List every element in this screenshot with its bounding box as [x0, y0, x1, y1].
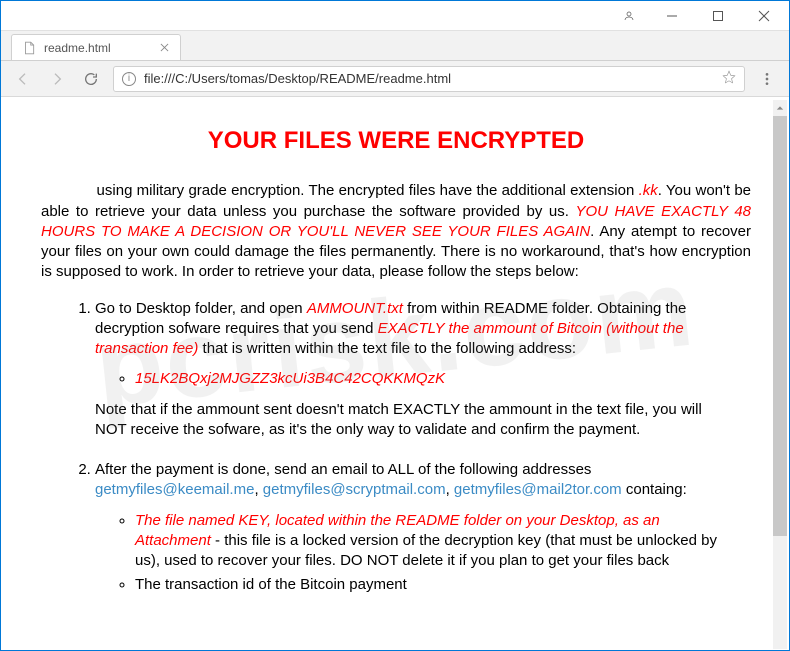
- address-bar[interactable]: i file:///C:/Users/tomas/Desktop/README/…: [113, 66, 745, 92]
- reload-button[interactable]: [79, 67, 103, 91]
- intro-prefix: using military grade encryption. The enc…: [97, 182, 639, 199]
- extension-kk: .kk: [639, 182, 658, 199]
- sub-item-txid: The transaction id of the Bitcoin paymen…: [135, 575, 725, 595]
- tab-readme[interactable]: readme.html: [11, 34, 181, 60]
- tab-title: readme.html: [44, 41, 152, 55]
- url-text: file:///C:/Users/tomas/Desktop/README/re…: [144, 71, 714, 86]
- step2-a: After the payment is done, send an email…: [95, 461, 591, 478]
- btc-list: 15LK2BQxj2MJGZZ3kcUi3B4C42CQKKMQzK: [95, 369, 725, 389]
- window-titlebar: [1, 1, 789, 31]
- bookmark-star-icon[interactable]: [722, 70, 736, 87]
- tab-close-icon[interactable]: [160, 41, 170, 55]
- btc-item: 15LK2BQxj2MJGZZ3kcUi3B4C42CQKKMQzK: [135, 369, 725, 389]
- site-info-icon[interactable]: i: [122, 72, 136, 86]
- tab-strip: readme.html: [1, 31, 789, 61]
- close-button[interactable]: [741, 1, 787, 31]
- step-2: After the payment is done, send an email…: [95, 460, 751, 596]
- steps-list: Go to Desktop folder, and open AMMOUNT.t…: [41, 299, 751, 596]
- page-title: YOUR FILES WERE ENCRYPTED: [41, 125, 751, 157]
- forward-button[interactable]: [45, 67, 69, 91]
- user-icon[interactable]: [609, 1, 649, 31]
- key-file-desc: - this file is a locked version of the d…: [135, 532, 717, 569]
- step1-a: Go to Desktop folder, and open: [95, 300, 307, 317]
- step2-sublist: The file named KEY, located within the R…: [95, 511, 725, 596]
- btc-address: 15LK2BQxj2MJGZZ3kcUi3B4C42CQKKMQzK: [135, 370, 445, 387]
- step2-b: containg:: [622, 481, 687, 498]
- maximize-button[interactable]: [695, 1, 741, 31]
- step1-c: that is written within the text file to …: [198, 340, 576, 357]
- vertical-scrollbar[interactable]: [773, 100, 787, 649]
- minimize-button[interactable]: [649, 1, 695, 31]
- sep2: ,: [446, 481, 454, 498]
- page-content: YOUR FILES WERE ENCRYPTED using military…: [1, 97, 790, 650]
- menu-button[interactable]: [755, 71, 779, 87]
- step-1: Go to Desktop folder, and open AMMOUNT.t…: [95, 299, 751, 441]
- sub-item-key: The file named KEY, located within the R…: [135, 511, 725, 572]
- sep1: ,: [254, 481, 262, 498]
- email-2[interactable]: getmyfiles@scryptmail.com: [263, 481, 446, 498]
- file-icon: [22, 41, 36, 55]
- step1-note: Note that if the ammount sent doesn't ma…: [95, 400, 725, 441]
- email-3[interactable]: getmyfiles@mail2tor.com: [454, 481, 622, 498]
- back-button[interactable]: [11, 67, 35, 91]
- email-1[interactable]: getmyfiles@keemail.me: [95, 481, 254, 498]
- indent: [41, 182, 97, 199]
- toolbar: i file:///C:/Users/tomas/Desktop/README/…: [1, 61, 789, 97]
- scroll-thumb[interactable]: [773, 116, 787, 536]
- intro-paragraph: using military grade encryption. The enc…: [41, 181, 751, 282]
- scroll-up-button[interactable]: [773, 100, 787, 116]
- ammount-file: AMMOUNT.txt: [307, 300, 403, 317]
